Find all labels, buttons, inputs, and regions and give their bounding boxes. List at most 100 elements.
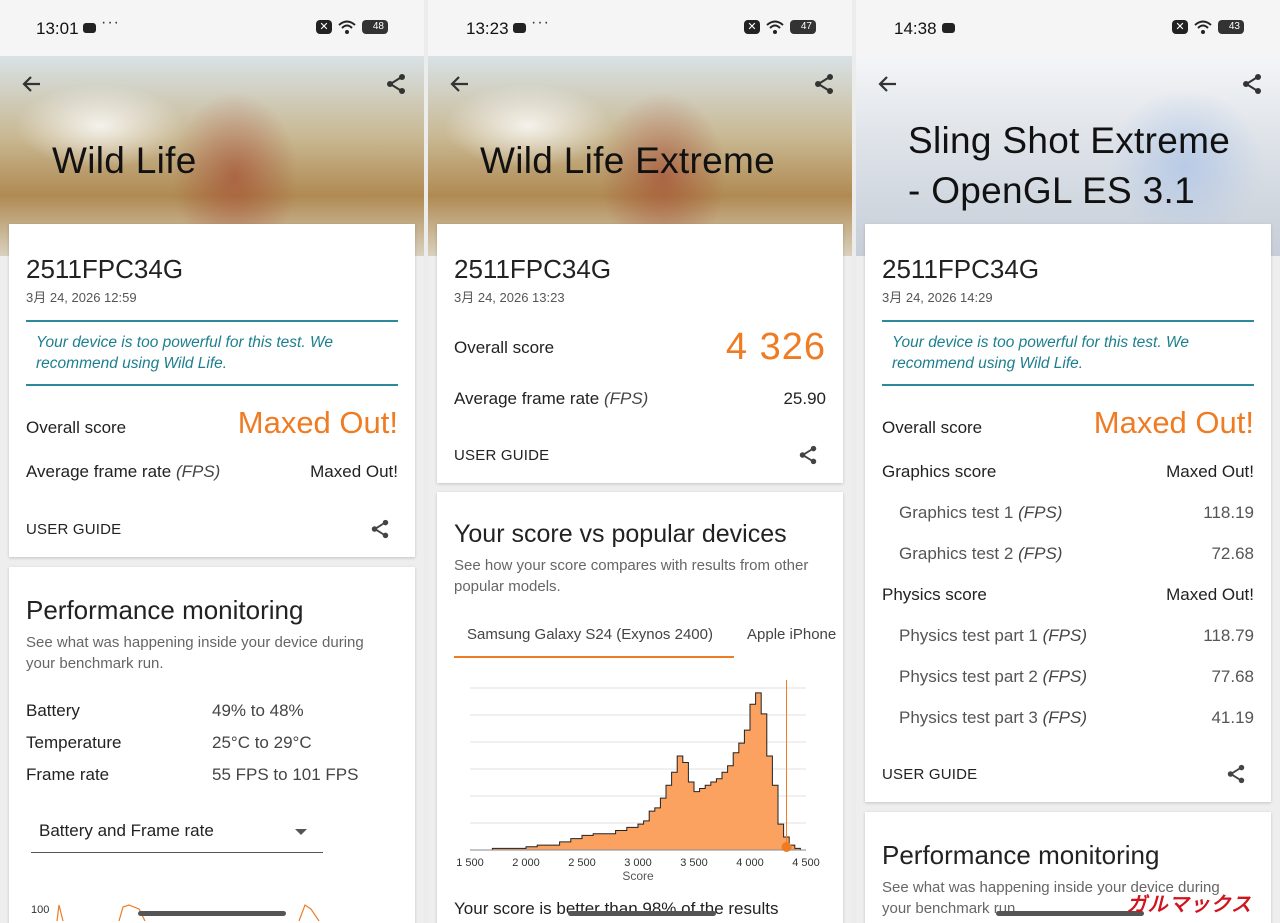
device-name: 2511FPC34G: [454, 254, 612, 284]
avg-frame-rate-row: Average frame rate (FPS) 25.90: [454, 389, 826, 409]
watermark-logo: ガルマックス: [1126, 894, 1252, 916]
overall-score-value: 4 326: [725, 326, 826, 368]
battery-icon: 43: [1218, 20, 1244, 34]
status-time: 13:23: [466, 19, 509, 38]
share-icon[interactable]: [812, 72, 836, 96]
x-tick-label: 2 500: [568, 857, 596, 869]
result-date: 3月 24, 2026 12:59: [26, 290, 137, 305]
score-row-label: Physics score: [882, 585, 987, 604]
chevron-down-icon: [295, 829, 307, 835]
score-row-unit: (FPS): [1042, 626, 1088, 645]
wifi-icon: [766, 20, 784, 34]
score-row-label: Physics test part 1: [899, 626, 1038, 645]
device-name: 2511FPC34G: [26, 254, 184, 284]
score-row-label: Graphics test 2: [899, 544, 1014, 563]
avg-frame-rate-value: Maxed Out!: [310, 462, 398, 481]
compare-desc: See how your score compares with results…: [454, 557, 809, 595]
score-histogram: 1 500 2 000 2 500 3 000 3 500 4 000 4 500 Score: [456, 680, 820, 883]
mute-icon: ✕: [1172, 20, 1188, 34]
score-row: Graphics score Maxed Out!: [882, 462, 1254, 482]
page-title: Wild Life Extreme: [480, 140, 776, 181]
overall-score-label: Overall score: [26, 418, 127, 437]
temperature-value: 25°C to 29°C: [212, 733, 312, 752]
score-row-label: Graphics score: [882, 462, 997, 481]
share-icon[interactable]: [797, 443, 819, 467]
histogram-area: [470, 692, 801, 851]
compare-card: Your score vs popular devices See how yo…: [437, 492, 843, 923]
share-icon[interactable]: [384, 72, 408, 96]
temperature-label: Temperature: [26, 733, 122, 752]
page-title-line-1: Sling Shot Extreme: [908, 120, 1231, 161]
score-row-label: Graphics test 1: [899, 503, 1014, 522]
score-row-unit: (FPS): [1018, 544, 1063, 563]
game-app-icon: [513, 23, 526, 33]
performance-desc: See what was happening inside your devic…: [26, 634, 364, 672]
status-bar: 13:01 ··· ✕ 48: [0, 0, 424, 56]
status-time: 13:01: [36, 19, 79, 38]
result-card: 2511FPC34G 3月 24, 2026 13:23 Overall sco…: [437, 224, 843, 483]
x-tick-label: 4 000: [736, 857, 764, 869]
x-axis-label: Score: [622, 869, 654, 883]
score-row-value: 118.79: [1203, 626, 1254, 645]
overall-score-row: Overall score 4 326: [454, 326, 826, 369]
tab-samsung-galaxy-s24[interactable]: Samsung Galaxy S24 (Exynos 2400): [467, 626, 713, 643]
overall-score-value: Maxed Out!: [1093, 405, 1254, 440]
score-row-unit: (FPS): [1018, 503, 1063, 522]
status-time: 14:38: [894, 19, 937, 38]
game-app-icon: [942, 23, 955, 33]
x-tick-label: 3 500: [680, 857, 708, 869]
temperature-row: Temperature 25°C to 29°C: [26, 733, 398, 753]
back-arrow-icon[interactable]: [20, 72, 44, 96]
dropdown-selected: Battery and Frame rate: [39, 821, 214, 840]
overall-score-value: Maxed Out!: [237, 405, 398, 440]
status-icons: ✕ 43: [1172, 20, 1244, 34]
result-card: 2511FPC34G 3月 24, 2026 14:29 Your device…: [865, 224, 1271, 802]
user-guide-link[interactable]: USER GUIDE: [26, 521, 121, 538]
result-date: 3月 24, 2026 14:29: [882, 290, 993, 305]
x-tick-label: 4 500: [792, 857, 820, 869]
compare-title: Your score vs popular devices: [454, 520, 787, 548]
page-title-line-2: - OpenGL ES 3.1: [908, 170, 1195, 211]
home-indicator: [138, 911, 286, 916]
tab-apple-iphone[interactable]: Apple iPhone: [747, 626, 836, 643]
score-row: Physics test part 2 (FPS) 77.68: [899, 667, 1254, 687]
score-row-label: Physics test part 2: [899, 667, 1038, 686]
score-row-value: Maxed Out!: [1166, 462, 1254, 481]
back-arrow-icon[interactable]: [876, 72, 900, 96]
result-card: 2511FPC34G 3月 24, 2026 12:59 Your device…: [9, 224, 415, 557]
overall-score-row: Overall score Maxed Out!: [882, 405, 1254, 441]
avg-frame-rate-unit: (FPS): [175, 462, 221, 481]
frame-rate-label: Frame rate: [26, 765, 110, 784]
device-name: 2511FPC34G: [882, 254, 1040, 284]
wifi-icon: [1194, 20, 1212, 34]
home-indicator: [996, 911, 1144, 916]
mini-chart-axis-label: 100: [31, 904, 50, 916]
user-guide-link[interactable]: USER GUIDE: [882, 766, 977, 783]
game-app-icon: [83, 23, 96, 33]
battery-icon: 48: [362, 20, 388, 34]
user-guide-link[interactable]: USER GUIDE: [454, 447, 549, 464]
x-tick-label: 2 000: [512, 857, 540, 869]
your-score-marker: [781, 842, 792, 852]
share-icon[interactable]: [369, 517, 391, 541]
score-row-value: Maxed Out!: [1166, 585, 1254, 604]
share-icon[interactable]: [1240, 72, 1264, 96]
battery-icon: 47: [790, 20, 816, 34]
warning-note: Your device is too powerful for this tes…: [26, 320, 398, 386]
status-more-dots: ···: [101, 14, 120, 31]
avg-frame-rate-value: 25.90: [783, 389, 826, 408]
battery-value: 49% to 48%: [212, 701, 304, 720]
x-tick-label: 3 000: [624, 857, 652, 869]
overall-score-row: Overall score Maxed Out!: [26, 405, 398, 441]
home-indicator: [568, 911, 716, 916]
frame-rate-row: Frame rate 55 FPS to 101 FPS: [26, 765, 398, 785]
score-row-label: Physics test part 3: [899, 708, 1038, 727]
avg-frame-rate-row: Average frame rate (FPS) Maxed Out!: [26, 462, 398, 482]
panel-wild-life-extreme: 13:23 ··· ✕ 47 Wild Life Extreme 2511FPC…: [428, 0, 852, 923]
x-tick-label: 1 500: [456, 857, 484, 869]
result-date: 3月 24, 2026 13:23: [454, 290, 565, 305]
status-bar: 13:23 ··· ✕ 47: [428, 0, 852, 56]
chart-type-dropdown[interactable]: Battery and Frame rate: [31, 809, 323, 853]
back-arrow-icon[interactable]: [448, 72, 472, 96]
share-icon[interactable]: [1225, 762, 1247, 786]
